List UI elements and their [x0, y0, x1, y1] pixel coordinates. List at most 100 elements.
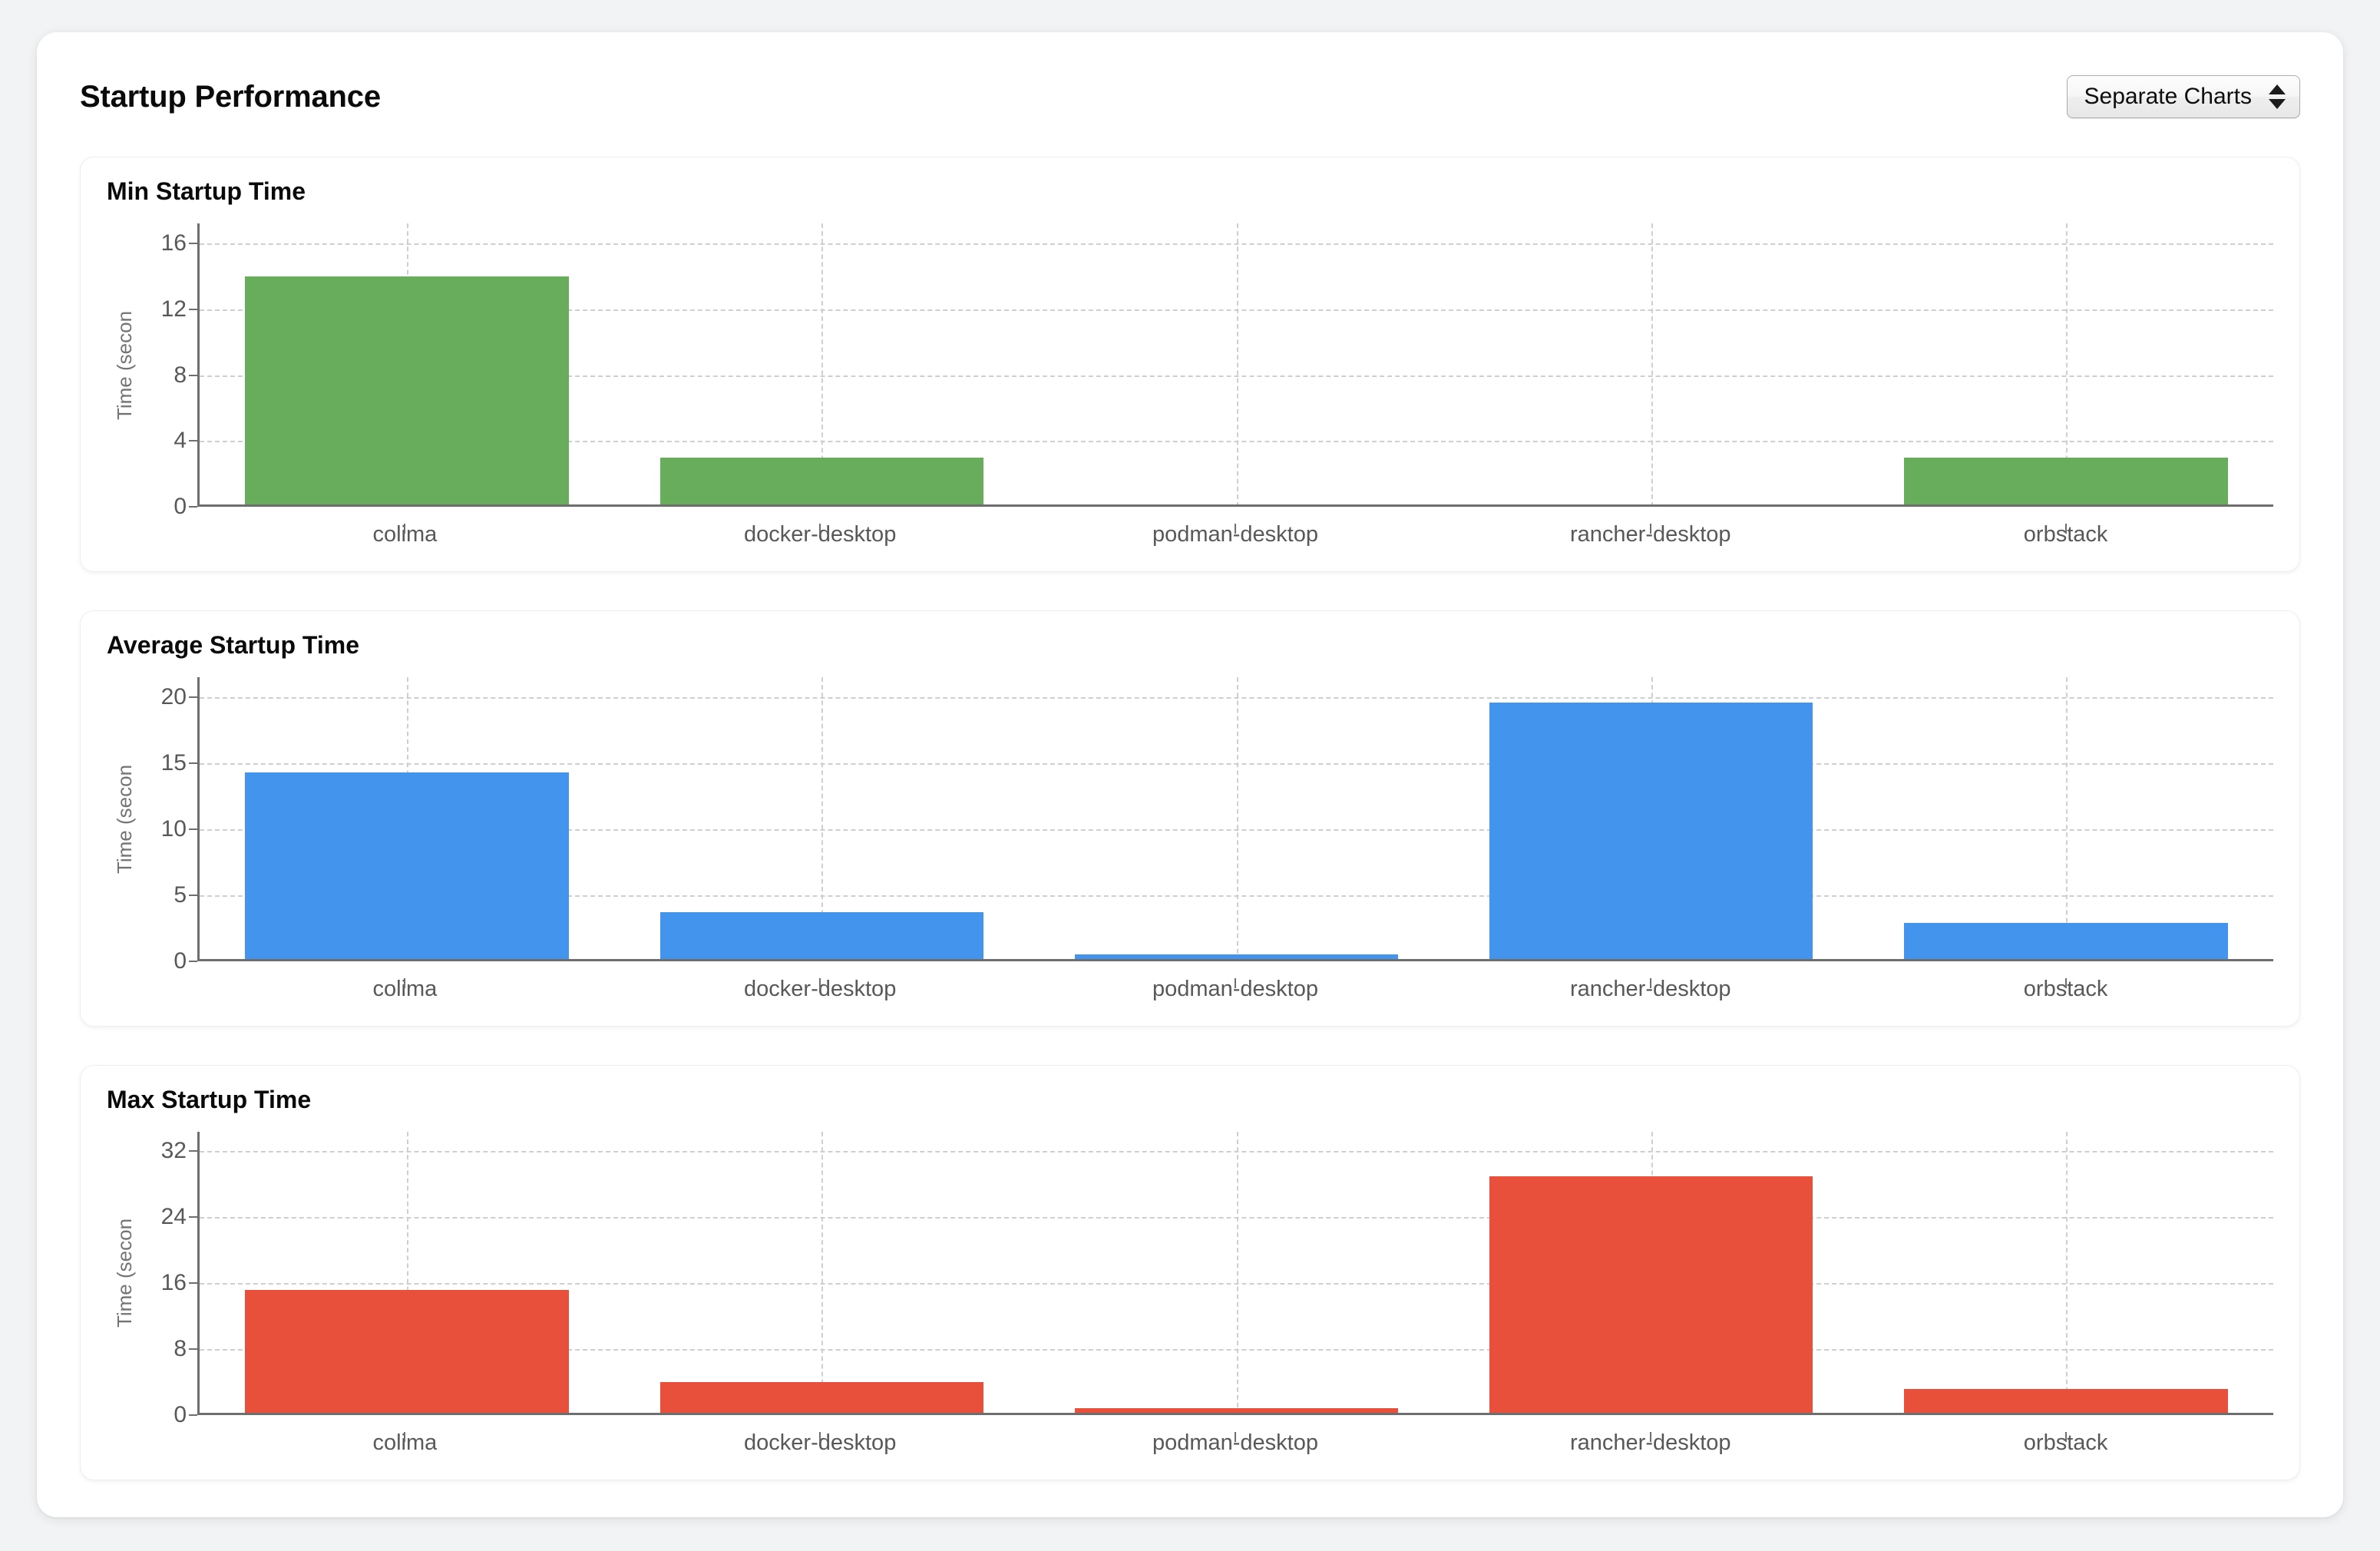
x-label-slot: colima: [197, 507, 613, 554]
y-tick-label: 12: [160, 296, 187, 322]
bar-slot: [1029, 1132, 1443, 1415]
y-tick-label: 16: [160, 1270, 187, 1296]
chart-title: Min Startup Time: [107, 177, 306, 205]
bar-slot: [1444, 677, 1859, 961]
grid-zone: [197, 223, 2273, 508]
y-tick-mark: [189, 828, 197, 830]
chart-view-select-value: Separate Charts: [2084, 84, 2252, 109]
y-axis-title-text: Time (secon: [113, 1219, 136, 1328]
bar-slot: [200, 223, 614, 508]
x-tick-mark: [2064, 1431, 2067, 1442]
page-title: Startup Performance: [80, 80, 381, 114]
y-axis-title: Time (secon: [107, 677, 142, 961]
y-tick-mark: [189, 1414, 197, 1416]
y-tick-mark: [189, 506, 197, 508]
x-label-slot: docker-desktop: [613, 961, 1028, 1009]
x-label-slot: rancher-desktop: [1443, 507, 1858, 554]
y-tick-label: 8: [174, 1336, 187, 1362]
y-tick-label: 24: [160, 1204, 187, 1230]
x-label-slot: podman-desktop: [1028, 507, 1443, 554]
bar-slot: [614, 1132, 1029, 1415]
bar-series: [200, 677, 2273, 961]
bar-slot: [1029, 677, 1443, 961]
y-axis-ticks: 0 5 10 15 20: [142, 677, 197, 972]
card-header: Startup Performance Separate Charts: [80, 75, 2300, 123]
chart-card-average: Average Startup Time Time (secon 0 5 10 15 20 c…: [80, 610, 2300, 1027]
bar-series: [200, 1132, 2273, 1415]
y-tick-mark: [189, 696, 197, 699]
y-tick-mark: [189, 374, 197, 376]
bar-slot: [1444, 223, 1859, 507]
x-tick-mark: [1234, 1431, 1236, 1442]
x-label-slot: colima: [197, 1415, 613, 1463]
x-tick-mark: [819, 524, 821, 534]
chart-view-select[interactable]: Separate Charts: [2066, 75, 2300, 118]
y-tick-label: 32: [160, 1138, 187, 1164]
y-tick-label: 0: [174, 1401, 187, 1427]
y-axis-ticks: 0 4 8 12 16: [142, 223, 197, 518]
bar-docker-desktop[interactable]: [659, 1382, 983, 1415]
app-root: Startup Performance Separate Charts Min …: [0, 0, 2380, 1551]
bar-slot: [614, 677, 1029, 961]
bar-rancher-desktop[interactable]: [1489, 1176, 1813, 1415]
plot-area: Time (secon 0 5 10 15 20: [107, 677, 2273, 972]
y-axis-title-text: Time (secon: [113, 764, 136, 875]
bar-slot: [1859, 677, 2273, 961]
x-label-slot: rancher-desktop: [1443, 1415, 1858, 1463]
y-tick-mark: [189, 1282, 197, 1285]
bar-orbstack[interactable]: [1904, 1388, 2228, 1415]
bar-colima[interactable]: [245, 772, 569, 961]
chart-card-max: Max Startup Time Time (secon 0 8 16 24 32 colim…: [80, 1064, 2300, 1480]
x-tick-mark: [1649, 977, 1651, 988]
y-tick-mark: [189, 242, 197, 244]
x-label-slot: docker-desktop: [613, 1415, 1028, 1463]
x-axis-labels: colima docker-desktop podman-desktop ranche…: [197, 1415, 2273, 1463]
y-tick-label: 0: [174, 494, 187, 520]
x-label-slot: orbstack: [1858, 507, 2273, 554]
x-tick-mark: [404, 1431, 406, 1442]
y-tick-mark: [189, 308, 197, 310]
plot-area: Time (secon 0 8 16 24 32: [107, 1131, 2273, 1426]
bar-rancher-desktop[interactable]: [1489, 702, 1813, 961]
x-tick-mark: [404, 977, 406, 988]
bar-colima[interactable]: [245, 1289, 569, 1415]
y-axis-title: Time (secon: [107, 1132, 142, 1415]
y-tick-label: 15: [160, 749, 187, 776]
x-tick-mark: [1649, 1431, 1651, 1442]
chart-title: Average Startup Time: [107, 631, 359, 660]
y-axis-title: Time (secon: [107, 223, 142, 507]
bar-orbstack[interactable]: [1904, 922, 2228, 961]
y-tick-label: 20: [160, 684, 187, 710]
x-tick-mark: [2064, 977, 2067, 988]
y-axis-ticks: 0 8 16 24 32: [142, 1132, 197, 1426]
bar-slot: [614, 223, 1029, 508]
grid-zone: [197, 1131, 2273, 1415]
x-tick-mark: [819, 977, 821, 988]
chevron-down-icon: [2269, 99, 2286, 109]
grid-zone: [197, 677, 2273, 961]
bar-series: [200, 223, 2273, 508]
bar-slot: [1444, 1132, 1859, 1415]
charts-container: Min Startup Time Time (secon 0 4 8 12 16 colima…: [80, 157, 2300, 1480]
bar-colima[interactable]: [245, 276, 569, 508]
y-tick-mark: [189, 762, 197, 764]
y-tick-mark: [189, 960, 197, 962]
x-label-slot: orbstack: [1858, 961, 2273, 1009]
x-label-slot: docker-desktop: [613, 507, 1028, 554]
x-tick-mark: [819, 1431, 821, 1442]
chevron-updown-icon: [2269, 84, 2286, 109]
x-axis-labels: colima docker-desktop podman-desktop ranche…: [197, 961, 2273, 1009]
y-tick-mark: [189, 440, 197, 442]
y-tick-label: 4: [174, 428, 187, 454]
bar-orbstack[interactable]: [1904, 457, 2228, 508]
bar-docker-desktop[interactable]: [659, 912, 983, 961]
y-tick-mark: [189, 1150, 197, 1153]
y-tick-label: 0: [174, 947, 187, 974]
bar-docker-desktop[interactable]: [659, 457, 983, 508]
chart-card-min: Min Startup Time Time (secon 0 4 8 12 16 colima…: [80, 157, 2300, 573]
y-tick-label: 10: [160, 815, 187, 842]
bar-slot: [1859, 1132, 2273, 1415]
x-label-slot: podman-desktop: [1028, 1415, 1443, 1463]
startup-performance-card: Startup Performance Separate Charts Min …: [37, 32, 2343, 1517]
x-tick-mark: [404, 524, 406, 534]
